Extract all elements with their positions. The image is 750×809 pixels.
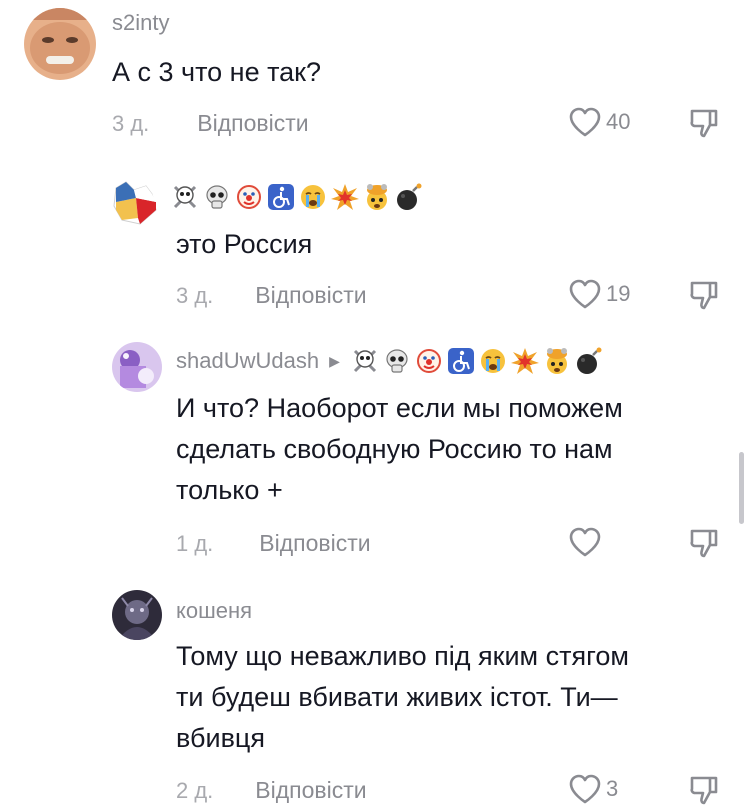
crying-face-icon bbox=[298, 182, 328, 212]
heart-icon bbox=[568, 527, 602, 557]
exploding-head-icon bbox=[362, 182, 392, 212]
heart-icon bbox=[568, 279, 602, 309]
comment-date: 2 д. bbox=[176, 777, 214, 803]
comment-text: А с 3 что не так? bbox=[112, 57, 322, 87]
crying-face-icon bbox=[478, 346, 508, 376]
username[interactable]: кошеня bbox=[176, 598, 252, 624]
avatar[interactable] bbox=[24, 8, 96, 80]
avatar[interactable] bbox=[112, 342, 162, 392]
thumbs-down-icon bbox=[688, 107, 720, 139]
username-row[interactable] bbox=[170, 182, 424, 212]
comment-text: Тому що неважливо під яким стягом ти буд… bbox=[176, 641, 629, 753]
reply-button[interactable]: Відповісти bbox=[197, 110, 308, 137]
like-button[interactable]: 40 bbox=[568, 107, 630, 137]
username-row[interactable]: shadUwUdash ▶ bbox=[176, 346, 604, 376]
username[interactable]: s2inty bbox=[112, 10, 169, 36]
avatar[interactable] bbox=[112, 590, 162, 640]
comment-date: 3 д. bbox=[176, 282, 214, 308]
reply-arrow-icon: ▶ bbox=[329, 352, 340, 369]
wheelchair-icon bbox=[266, 182, 296, 212]
comment-text: И что? Наоборот если мы поможем сделать … bbox=[176, 393, 623, 505]
reply-button[interactable]: Відповісти bbox=[255, 777, 366, 804]
like-count: 3 bbox=[606, 776, 619, 801]
emoji-nickname bbox=[350, 346, 604, 376]
thumbs-down-icon bbox=[688, 527, 720, 559]
bomb-icon bbox=[574, 346, 604, 376]
comment-date: 3 д. bbox=[112, 110, 150, 136]
dislike-button[interactable] bbox=[688, 279, 720, 311]
heart-icon bbox=[568, 774, 602, 804]
skull-icon bbox=[382, 346, 412, 376]
comment-text: это Россия bbox=[176, 229, 313, 259]
dislike-button[interactable] bbox=[688, 107, 720, 139]
collision-icon bbox=[510, 346, 540, 376]
comment-date: 1 д. bbox=[176, 530, 214, 556]
like-button[interactable]: 19 bbox=[568, 279, 630, 309]
skull-icon bbox=[202, 182, 232, 212]
avatar[interactable] bbox=[112, 180, 162, 230]
wheelchair-icon bbox=[446, 346, 476, 376]
comment-meta: 1 д. Відповісти bbox=[176, 530, 371, 557]
like-button[interactable]: 3 bbox=[568, 774, 618, 804]
reply-button[interactable]: Відповісти bbox=[255, 282, 366, 309]
comment-meta: 2 д. Відповісти bbox=[176, 777, 367, 804]
comment-meta: 3 д. Відповісти bbox=[112, 110, 309, 137]
heart-icon bbox=[568, 107, 602, 137]
thumbs-down-icon bbox=[688, 279, 720, 311]
clown-icon bbox=[414, 346, 444, 376]
skull-crossbones-icon bbox=[170, 182, 200, 212]
like-count: 19 bbox=[606, 281, 631, 306]
like-count: 40 bbox=[606, 109, 631, 134]
comment-meta: 3 д. Відповісти bbox=[176, 282, 367, 309]
username[interactable]: shadUwUdash bbox=[176, 348, 319, 374]
clown-icon bbox=[234, 182, 264, 212]
dislike-button[interactable] bbox=[688, 527, 720, 559]
bomb-icon bbox=[394, 182, 424, 212]
reply-button[interactable]: Відповісти bbox=[259, 530, 370, 557]
dislike-button[interactable] bbox=[688, 774, 720, 806]
exploding-head-icon bbox=[542, 346, 572, 376]
emoji-nickname bbox=[170, 182, 424, 212]
like-button[interactable] bbox=[568, 527, 606, 557]
skull-crossbones-icon bbox=[350, 346, 380, 376]
thumbs-down-icon bbox=[688, 774, 720, 806]
collision-icon bbox=[330, 182, 360, 212]
scrollbar[interactable] bbox=[739, 452, 744, 524]
